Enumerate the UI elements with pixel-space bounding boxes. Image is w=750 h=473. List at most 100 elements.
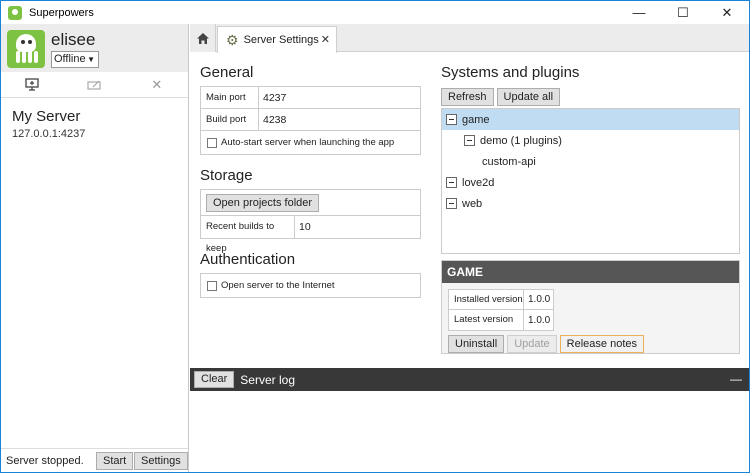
window-controls: — ☐ ✕ xyxy=(617,1,749,24)
collapse-icon[interactable] xyxy=(446,177,457,188)
open-internet-row: Open server to the Internet xyxy=(201,274,420,297)
recent-builds-label: Recent builds to keep xyxy=(201,216,295,254)
tree-node-label: game xyxy=(462,113,490,126)
section-title-systems: Systems and plugins xyxy=(441,64,580,81)
system-details-title: GAME xyxy=(442,261,739,283)
authentication-settings: Open server to the Internet xyxy=(200,273,421,298)
octopus-leg xyxy=(16,51,20,63)
section-title-authentication: Authentication xyxy=(200,251,296,268)
server-toolbar: ✕ xyxy=(1,72,188,98)
recent-builds-row: Recent builds to keep 10 xyxy=(201,216,420,254)
server-log-title: Server log xyxy=(240,372,295,387)
octopus-eye-right xyxy=(28,40,32,44)
connect-server-button[interactable] xyxy=(1,72,63,97)
tree-node-label: web xyxy=(462,197,483,210)
remove-server-button[interactable]: ✕ xyxy=(126,72,188,97)
general-settings: Main port 4237 Build port 4238 Auto-star… xyxy=(200,86,421,155)
systems-tree: game demo (1 plugins) custom-api love2d … xyxy=(441,108,740,254)
tree-node-game[interactable]: game xyxy=(442,109,739,130)
settings-button[interactable]: Settings xyxy=(134,452,188,470)
user-panel: elisee Offline ▼ xyxy=(1,24,188,72)
server-name: My Server xyxy=(12,108,81,125)
system-details-panel: GAME Installed version 1.0.0 Latest vers… xyxy=(441,260,740,354)
edit-server-icon xyxy=(87,80,102,90)
tab-bar: ⚙ Server Settings ✕ xyxy=(190,24,749,53)
status-select-value: Offline xyxy=(54,53,86,65)
installed-version-value: 1.0.0 xyxy=(528,294,551,305)
minimize-button[interactable]: — xyxy=(617,1,661,24)
tree-node-web[interactable]: web xyxy=(442,193,739,214)
gear-icon: ⚙ xyxy=(226,31,239,48)
server-log-bar: Clear Server log — xyxy=(190,368,749,391)
open-projects-folder-button[interactable]: Open projects folder xyxy=(206,193,320,212)
build-port-row: Build port 4238 xyxy=(201,109,420,131)
recent-builds-input[interactable]: 10 xyxy=(295,221,311,233)
tree-node-label: love2d xyxy=(462,176,495,189)
main-port-input[interactable]: 4237 xyxy=(259,92,286,104)
autostart-label: Auto-start server when launching the app xyxy=(221,137,395,148)
system-actions: Uninstall Update Release notes xyxy=(448,335,739,353)
home-icon xyxy=(196,32,209,44)
status-select[interactable]: Offline ▼ xyxy=(51,51,99,68)
close-icon: ✕ xyxy=(151,76,163,92)
autostart-row: Auto-start server when launching the app xyxy=(201,131,420,154)
sidebar-footer: Server stopped. Start Settings xyxy=(1,448,188,472)
section-title-general: General xyxy=(200,64,254,81)
collapse-log-button[interactable]: — xyxy=(730,372,742,386)
maximize-button[interactable]: ☐ xyxy=(661,1,705,24)
uninstall-button[interactable]: Uninstall xyxy=(448,335,505,353)
tree-node-label: custom-api xyxy=(482,155,536,168)
edit-server-button[interactable] xyxy=(63,72,125,97)
sidebar: elisee Offline ▼ ✕ My Server 127.0.0.1:4… xyxy=(1,24,189,472)
title-bar: Superpowers — ☐ ✕ xyxy=(1,1,749,24)
tab-label: Server Settings xyxy=(243,34,319,46)
username: elisee xyxy=(51,30,96,49)
octopus-leg xyxy=(28,51,32,63)
avatar[interactable] xyxy=(7,30,45,68)
server-address: 127.0.0.1:4237 xyxy=(12,128,86,140)
tree-node-label: demo (1 plugins) xyxy=(480,134,562,147)
autostart-checkbox[interactable] xyxy=(207,137,217,148)
tree-node-love2d[interactable]: love2d xyxy=(442,172,739,193)
window-title: Superpowers xyxy=(29,6,94,19)
tree-node-custom-api[interactable]: custom-api xyxy=(442,151,739,172)
collapse-icon[interactable] xyxy=(446,198,457,209)
release-notes-button[interactable]: Release notes xyxy=(559,335,644,353)
installed-version-label: Installed version xyxy=(449,290,524,309)
latest-version-value: 1.0.0 xyxy=(528,314,551,326)
main-port-label: Main port xyxy=(201,87,259,108)
latest-version-row: Latest version 1.0.0 xyxy=(449,310,553,330)
build-port-label: Build port xyxy=(201,109,259,130)
installed-version-row: Installed version 1.0.0 xyxy=(449,290,553,310)
server-list-item[interactable]: My Server 127.0.0.1:4237 xyxy=(1,98,188,150)
close-window-button[interactable]: ✕ xyxy=(705,1,749,24)
clear-log-button[interactable]: Clear xyxy=(194,371,235,388)
tab-server-settings[interactable]: ⚙ Server Settings ✕ xyxy=(217,26,337,53)
settings-left-column: General Main port 4237 Build port 4238 A… xyxy=(200,53,421,298)
storage-settings: Open projects folder Recent builds to ke… xyxy=(200,189,421,254)
tree-node-demo[interactable]: demo (1 plugins) xyxy=(442,130,739,151)
server-settings-pane: General Main port 4237 Build port 4238 A… xyxy=(190,53,749,367)
chevron-down-icon: ▼ xyxy=(87,55,95,64)
open-internet-label: Open server to the Internet xyxy=(221,280,335,291)
superpowers-logo-icon xyxy=(8,5,22,20)
open-internet-checkbox[interactable] xyxy=(207,280,217,291)
section-title-storage: Storage xyxy=(200,167,253,184)
build-port-input[interactable]: 4238 xyxy=(259,114,286,126)
connect-server-icon xyxy=(25,78,39,91)
octopus-eye-left xyxy=(21,40,25,44)
octopus-head xyxy=(16,34,36,52)
update-all-button[interactable]: Update all xyxy=(496,88,561,106)
collapse-icon[interactable] xyxy=(446,114,457,125)
app-window: Superpowers — ☐ ✕ elisee Offline ▼ ✕ My … xyxy=(0,0,750,473)
start-server-button[interactable]: Start xyxy=(96,452,134,470)
tab-home[interactable] xyxy=(190,24,216,52)
refresh-button[interactable]: Refresh xyxy=(441,88,494,106)
server-log-output[interactable] xyxy=(190,391,749,472)
collapse-icon[interactable] xyxy=(464,135,475,146)
main-port-row: Main port 4237 xyxy=(201,87,420,109)
octopus-leg xyxy=(22,51,26,63)
close-tab-button[interactable]: ✕ xyxy=(321,33,330,46)
update-button[interactable]: Update xyxy=(507,335,557,353)
version-table: Installed version 1.0.0 Latest version 1… xyxy=(448,289,554,331)
